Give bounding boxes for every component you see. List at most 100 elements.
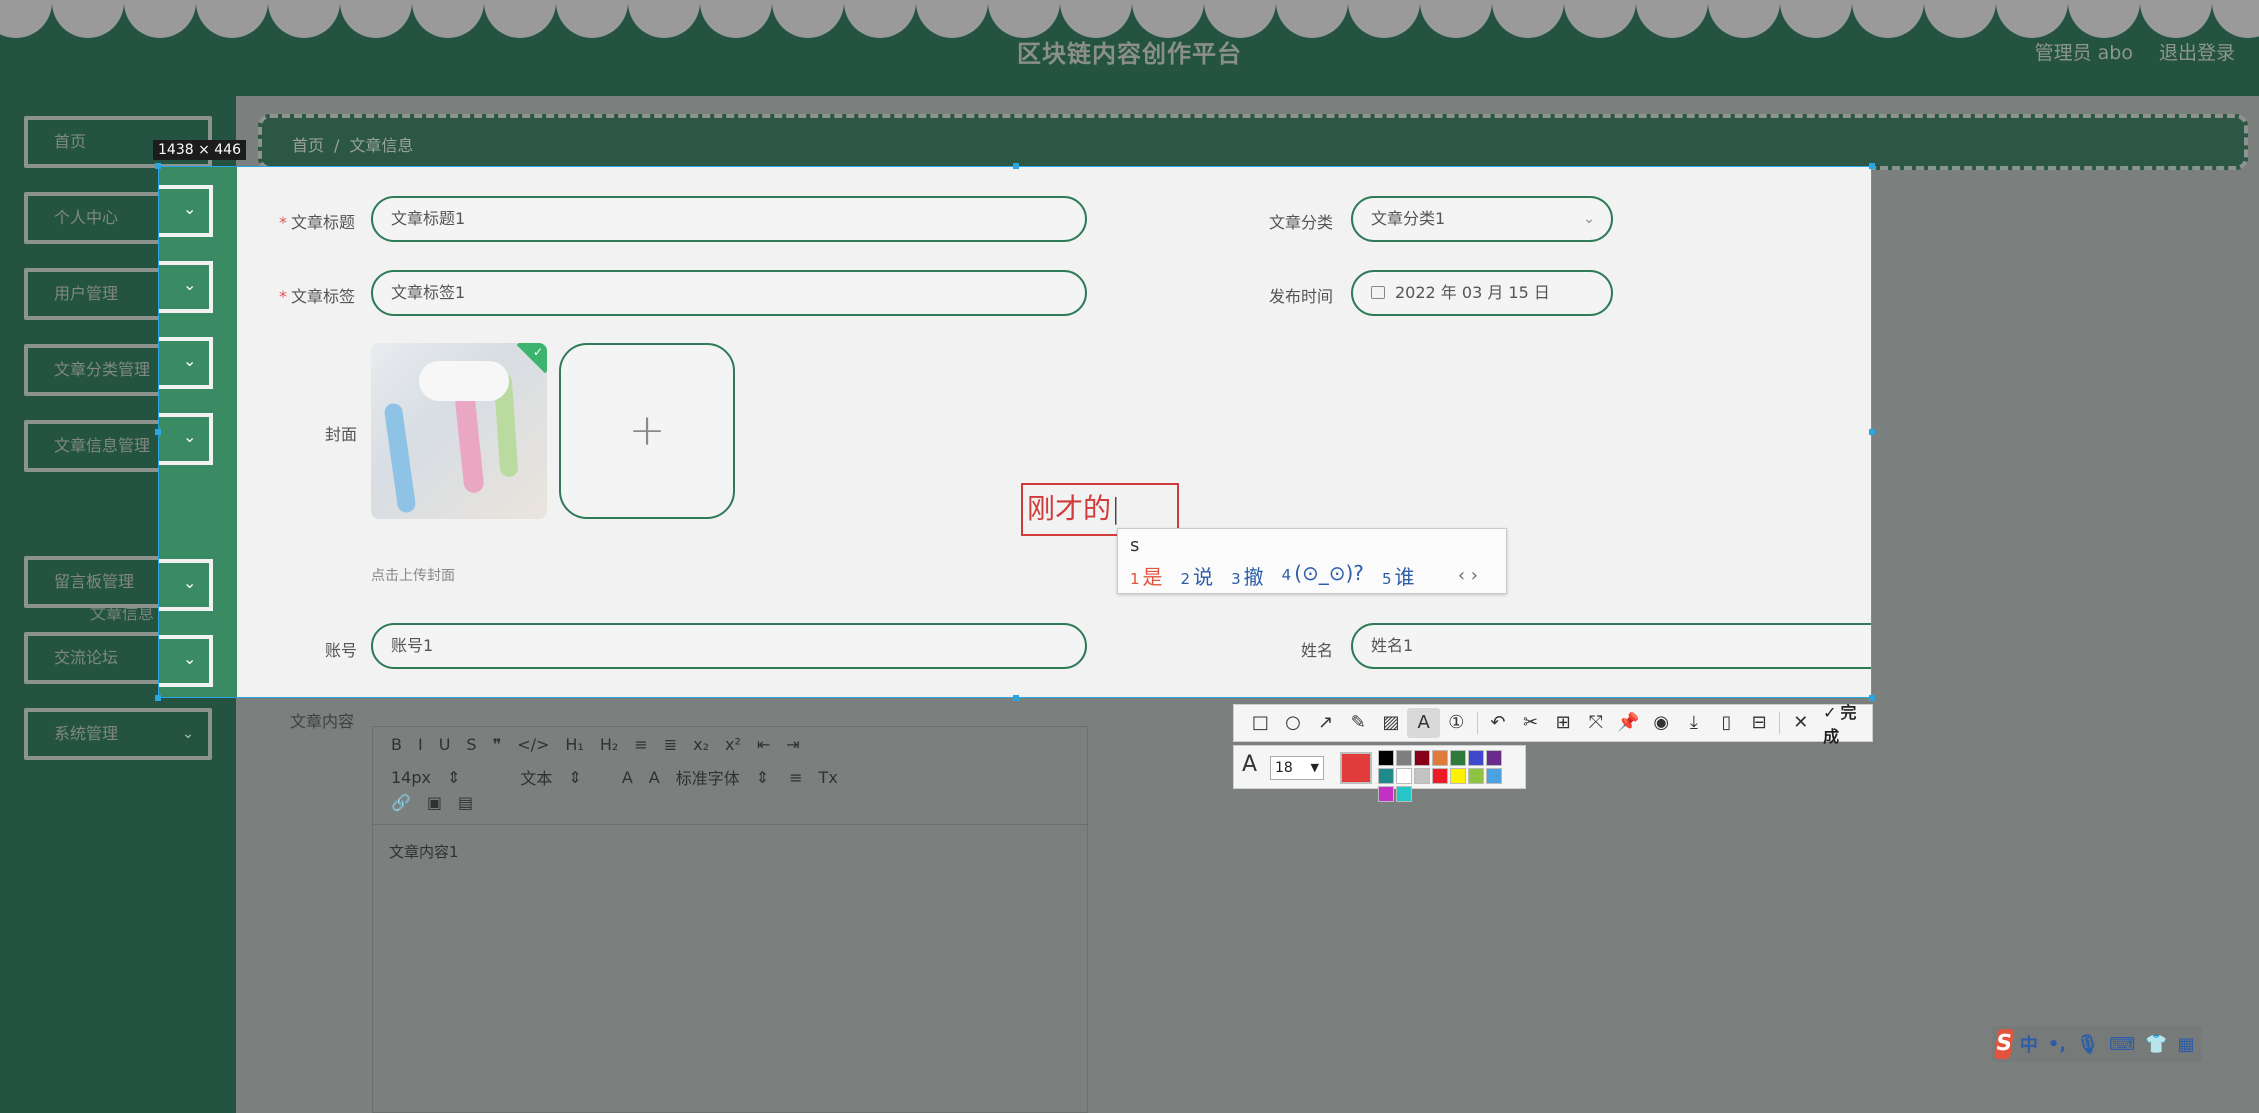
- block-type-select[interactable]: 文本: [520, 765, 552, 789]
- link-icon[interactable]: 🔗: [391, 793, 411, 812]
- sidebar-item-system[interactable]: 系统管理 ⌄: [24, 708, 212, 760]
- editor-format-button[interactable]: x₂: [693, 735, 709, 754]
- editor-format-button[interactable]: ❞: [493, 735, 502, 754]
- color-swatch[interactable]: [1486, 750, 1502, 766]
- screenshot-selection[interactable]: ⌄ ⌄ ⌄ ⌄ ⌄ ⌄ * 文章标题 文章标题1 文章分类 文章分类1 ⌄ * 文章标…: [158, 166, 1872, 698]
- editor-format-button[interactable]: H₁: [565, 735, 583, 754]
- color-swatch[interactable]: [1414, 750, 1430, 766]
- resize-handle[interactable]: [1869, 163, 1875, 169]
- resize-handle[interactable]: [155, 695, 161, 701]
- punctuation-toggle[interactable]: •,: [2048, 1034, 2066, 1055]
- color-swatch[interactable]: [1396, 786, 1412, 802]
- resize-handle[interactable]: [1869, 429, 1875, 435]
- editor-format-button[interactable]: U: [439, 735, 451, 754]
- text-tool-icon[interactable]: A: [1407, 708, 1440, 738]
- ime-candidate[interactable]: 5谁: [1382, 561, 1415, 590]
- color-swatch[interactable]: [1468, 750, 1484, 766]
- color-swatch[interactable]: [1396, 750, 1412, 766]
- rectangle-tool-icon[interactable]: □: [1244, 708, 1277, 738]
- mosaic-tool-icon[interactable]: ▨: [1375, 708, 1408, 738]
- shirt-icon[interactable]: 👕: [2145, 1034, 2167, 1055]
- ime-mode-toggle[interactable]: 中: [2020, 1031, 2038, 1057]
- color-swatch[interactable]: [1450, 750, 1466, 766]
- color-swatch[interactable]: [1450, 768, 1466, 784]
- rich-text-editor[interactable]: B I U S ❞ </> H₁ H₂ ≡ ≣ x₂ x² ⇤ ⇥ 14px ⇕ 文本 ⇕ A A 标准字体 ⇕…: [372, 726, 1088, 1113]
- ocr-icon[interactable]: ⊞: [1547, 708, 1580, 738]
- pin-icon[interactable]: 📌: [1612, 708, 1645, 738]
- category-select[interactable]: 文章分类1 ⌄: [1351, 196, 1613, 242]
- number-tool-icon[interactable]: ①: [1440, 708, 1473, 738]
- tag-input[interactable]: 文章标签1: [371, 270, 1087, 316]
- download-icon[interactable]: ⤓: [1678, 708, 1711, 738]
- name-input[interactable]: 姓名1: [1351, 623, 1871, 669]
- color-swatch[interactable]: [1468, 768, 1484, 784]
- logout-link[interactable]: 退出登录: [2159, 38, 2235, 65]
- breadcrumb-home[interactable]: 首页: [292, 136, 324, 155]
- mic-icon[interactable]: 🎙: [2076, 1034, 2099, 1055]
- color-swatch[interactable]: [1378, 786, 1394, 802]
- image-icon[interactable]: ▣: [427, 793, 442, 812]
- record-icon[interactable]: ◉: [1645, 708, 1678, 738]
- font-size-select[interactable]: 18 ▼: [1270, 756, 1324, 780]
- arrow-tool-icon[interactable]: ↗: [1309, 708, 1342, 738]
- color-swatch[interactable]: [1378, 768, 1394, 784]
- resize-handle[interactable]: [155, 429, 161, 435]
- editor-format-button[interactable]: ⇥: [786, 735, 799, 754]
- bg-color-button[interactable]: A: [649, 768, 660, 787]
- editor-format-button[interactable]: ≡: [634, 735, 647, 754]
- align-button[interactable]: ≡: [789, 768, 802, 787]
- sidebar-item-category-toggle[interactable]: ⌄: [159, 337, 213, 389]
- editor-format-button[interactable]: ⇤: [757, 735, 770, 754]
- color-swatch[interactable]: [1414, 768, 1430, 784]
- title-input[interactable]: 文章标题1: [371, 196, 1087, 242]
- color-swatch[interactable]: [1486, 768, 1502, 784]
- color-swatch[interactable]: [1432, 750, 1448, 766]
- video-icon[interactable]: ▤: [458, 793, 473, 812]
- resize-handle[interactable]: [155, 163, 161, 169]
- editor-format-button[interactable]: H₂: [600, 735, 618, 754]
- ime-candidate[interactable]: 3撤: [1231, 561, 1264, 590]
- sidebar-item-forum-toggle[interactable]: ⌄: [159, 635, 213, 687]
- font-size-select[interactable]: 14px: [391, 768, 431, 787]
- publish-date-picker[interactable]: 2022 年 03 月 15 日: [1351, 270, 1613, 316]
- sidebar-item-articles-toggle[interactable]: ⌄: [159, 413, 213, 465]
- editor-format-button[interactable]: x²: [725, 735, 741, 754]
- resize-handle[interactable]: [1013, 163, 1019, 169]
- font-family-select[interactable]: 标准字体: [676, 765, 740, 789]
- apps-icon[interactable]: ▦: [2177, 1034, 2194, 1055]
- sidebar-item-profile-toggle[interactable]: ⌄: [159, 185, 213, 237]
- scissors-icon[interactable]: ✂: [1514, 708, 1547, 738]
- color-swatch[interactable]: [1396, 768, 1412, 784]
- resize-handle[interactable]: [1013, 695, 1019, 701]
- font-color-button[interactable]: A: [622, 768, 633, 787]
- editor-format-button[interactable]: ≣: [664, 735, 677, 754]
- phone-icon[interactable]: ▯: [1710, 708, 1743, 738]
- account-input[interactable]: 账号1: [371, 623, 1087, 669]
- sogou-logo[interactable]: S: [1993, 1029, 2014, 1059]
- long-screenshot-icon[interactable]: ⤧: [1580, 708, 1613, 738]
- close-icon[interactable]: ✕: [1784, 708, 1817, 738]
- ime-candidate[interactable]: 2说: [1181, 561, 1214, 590]
- sidebar-item-messages-toggle[interactable]: ⌄: [159, 559, 213, 611]
- color-swatch[interactable]: [1432, 768, 1448, 784]
- bookmark-icon[interactable]: ⊟: [1743, 708, 1776, 738]
- clear-format-button[interactable]: Tx: [819, 768, 838, 787]
- editor-format-button[interactable]: </>: [517, 735, 549, 754]
- pen-tool-icon[interactable]: ✎: [1342, 708, 1375, 738]
- ime-candidate[interactable]: 4 (⊙_⊙)?: [1282, 561, 1364, 590]
- keyboard-icon[interactable]: ⌨: [2109, 1034, 2135, 1055]
- editor-format-button[interactable]: I: [418, 735, 423, 754]
- ellipse-tool-icon[interactable]: ○: [1277, 708, 1310, 738]
- editor-format-button[interactable]: B: [391, 735, 402, 754]
- ime-page-nav[interactable]: ‹ ›: [1458, 565, 1478, 586]
- cover-upload-button[interactable]: +: [559, 343, 735, 519]
- ime-candidate[interactable]: 1是: [1130, 561, 1163, 590]
- color-swatch[interactable]: [1378, 750, 1394, 766]
- editor-format-button[interactable]: S: [466, 735, 476, 754]
- done-button[interactable]: ✓ 完成: [1823, 699, 1872, 747]
- current-color-swatch[interactable]: [1340, 752, 1372, 784]
- undo-icon[interactable]: ↶: [1482, 708, 1515, 738]
- editor-content[interactable]: 文章内容1: [389, 841, 459, 862]
- cover-thumbnail[interactable]: ✓: [371, 343, 547, 519]
- sidebar-item-users-toggle[interactable]: ⌄: [159, 261, 213, 313]
